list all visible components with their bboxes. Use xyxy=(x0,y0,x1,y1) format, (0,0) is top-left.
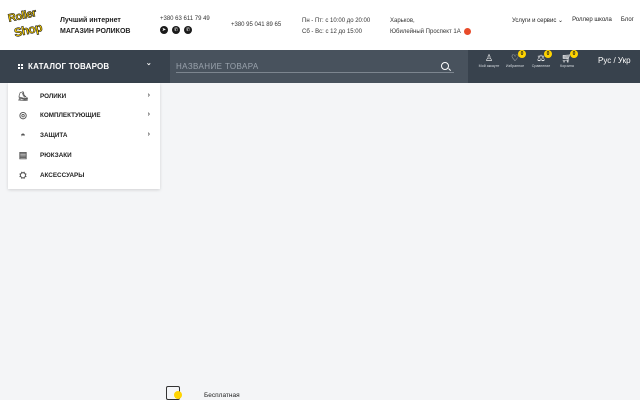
language-switcher[interactable]: Рус / Укр xyxy=(598,56,631,65)
viber-icon[interactable]: ✆ xyxy=(172,26,180,34)
store-address: Харьков, Юбилейный Проспект 1А xyxy=(390,16,471,38)
nav-blog[interactable]: Блог xyxy=(621,17,634,24)
address-street: Юбилейный Проспект 1А xyxy=(390,29,461,35)
catalog-item-label: РОЛИКИ xyxy=(40,92,67,100)
site-logo[interactable]: Roller Shop xyxy=(6,7,50,42)
hours-weekdays: Пн - Пт: с 10:00 до 20:00 xyxy=(302,18,371,24)
favorites-count-badge: 0 xyxy=(518,50,526,58)
wheel-icon: ◎ xyxy=(19,109,27,120)
compare-count-badge: 0 xyxy=(544,50,552,58)
catalog-item-components[interactable]: ◎ КОМПЛЕКТУЮЩИЕ › xyxy=(8,106,160,124)
user-icon: ♙ xyxy=(484,53,494,63)
catalog-item-label: РЮКЗАКИ xyxy=(40,151,72,159)
catalog-item-label: АКСЕССУАРЫ xyxy=(40,171,85,179)
address-city: Харьков, xyxy=(390,18,415,24)
catalog-item-label: ЗАЩИТА xyxy=(40,131,68,139)
chevron-right-icon: › xyxy=(147,131,150,138)
top-nav: Услуги и сервис ⌄ Роллер школа Блог xyxy=(512,17,634,24)
chevron-down-icon: ⌄ xyxy=(558,18,564,24)
cart-count-badge: 0 xyxy=(570,50,578,58)
catalog-button[interactable]: КАТАЛОГ ТОВАРОВ ⌄ xyxy=(8,50,160,83)
hours-weekend: Сб - Вс: с 12 до 15:00 xyxy=(302,29,362,35)
catalog-label: КАТАЛОГ ТОВАРОВ xyxy=(28,62,110,71)
compare-button[interactable]: ⚖ 0 Сравнение xyxy=(528,50,554,83)
delivery-icon xyxy=(166,386,182,400)
catalog-item-accessories[interactable]: ⛭ АКСЕССУАРЫ xyxy=(8,166,160,184)
helmet-icon: ◓ xyxy=(20,130,26,140)
tagline: Лучший интернет МАГАЗИН РОЛИКОВ xyxy=(60,15,130,37)
whatsapp-icon[interactable]: ✆ xyxy=(184,26,192,34)
catalog-item-backpacks[interactable]: ▤ РЮКЗАКИ xyxy=(8,146,160,164)
nav-services[interactable]: Услуги и сервис ⌄ xyxy=(512,17,563,24)
account-button[interactable]: ♙ Мой аккаунт xyxy=(476,50,502,83)
grid-icon xyxy=(18,64,23,69)
working-hours: Пн - Пт: с 10:00 до 20:00 Сб - Вс: с 12 … xyxy=(302,16,370,38)
nav-roller-school[interactable]: Роллер школа xyxy=(572,17,612,24)
header-actions: ♙ Мой аккаунт ♡ 0 Избранное ⚖ 0 Сравнени… xyxy=(476,50,580,83)
phone-secondary[interactable]: +380 95 041 89 65 xyxy=(231,22,281,28)
catalog-item-rollers[interactable]: ⛸︎ РОЛИКИ › xyxy=(8,87,160,105)
phone-primary[interactable]: +380 63 611 79 49 xyxy=(160,16,210,22)
cart-button[interactable]: 🛒︎ 0 Корзина xyxy=(554,50,580,83)
chevron-right-icon: › xyxy=(147,92,150,99)
chevron-down-icon: ⌄ xyxy=(145,60,152,67)
messenger-links: ➤ ✆ ✆ xyxy=(160,26,192,34)
search-underline xyxy=(176,72,454,73)
main-toolbar: КАТАЛОГ ТОВАРОВ ⌄ ♙ Мой аккаунт ♡ 0 Избр… xyxy=(0,50,640,83)
catalog-item-label: КОМПЛЕКТУЮЩИЕ xyxy=(40,111,101,119)
tagline-line1: Лучший интернет xyxy=(60,17,121,24)
catalog-dropdown: ⛸︎ РОЛИКИ › ◎ КОМПЛЕКТУЮЩИЕ › ◓ ЗАЩИТА ›… xyxy=(8,83,160,189)
cart-label: Корзина xyxy=(560,64,574,68)
tagline-line2: МАГАЗИН РОЛИКОВ xyxy=(60,28,131,35)
map-pin-icon[interactable] xyxy=(463,27,471,35)
nav-services-label: Услуги и сервис xyxy=(512,18,557,24)
accessories-icon: ⛭ xyxy=(19,169,27,180)
chevron-right-icon: › xyxy=(147,111,150,118)
favorites-button[interactable]: ♡ 0 Избранное xyxy=(502,50,528,83)
promo-text: Бесплатная xyxy=(204,392,240,399)
skate-icon: ⛸︎ xyxy=(17,90,29,101)
search-icon[interactable] xyxy=(441,62,449,70)
backpack-icon: ▤ xyxy=(18,149,28,160)
catalog-item-protection[interactable]: ◓ ЗАЩИТА › xyxy=(8,126,160,144)
logo-text-shop: Shop xyxy=(12,20,44,40)
top-header: Roller Shop Лучший интернет МАГАЗИН РОЛИ… xyxy=(0,0,640,50)
telegram-icon[interactable]: ➤ xyxy=(160,26,168,34)
search-box xyxy=(170,50,468,83)
